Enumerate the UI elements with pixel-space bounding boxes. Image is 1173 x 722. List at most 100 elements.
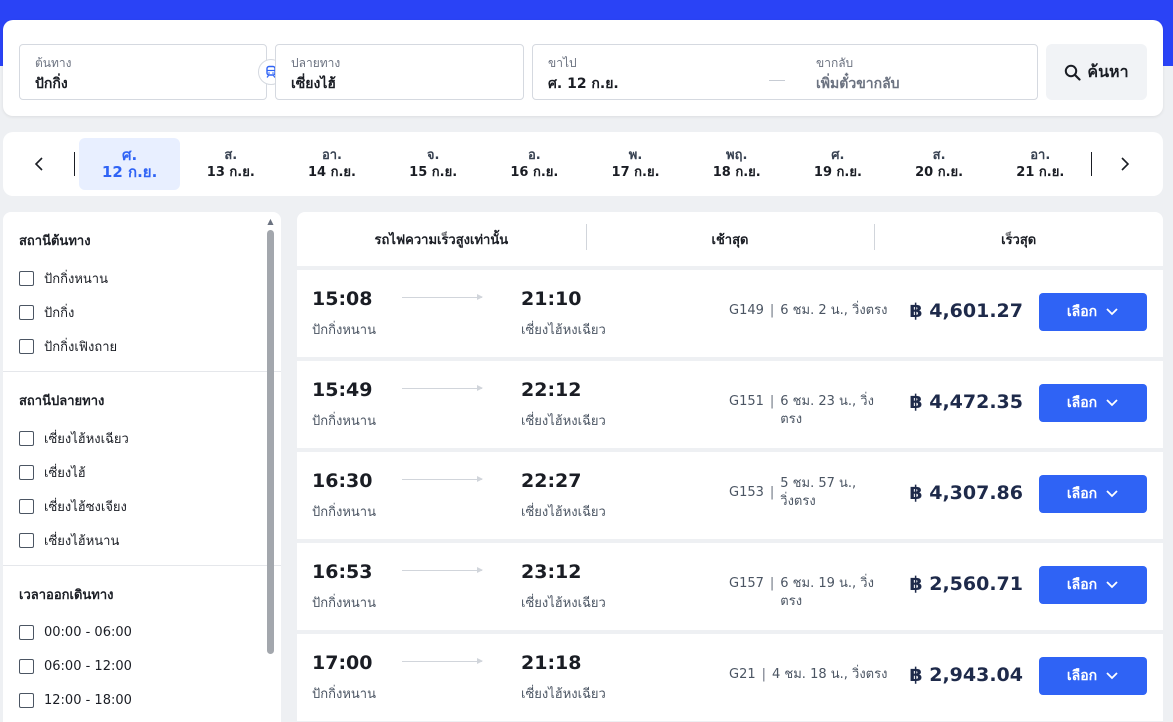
checkbox[interactable] [19, 338, 34, 354]
date-item[interactable]: อา. 14 ก.ย. [281, 138, 382, 190]
filter-option[interactable]: เซี่ยงไฮ้หงเฉียว [19, 421, 265, 455]
filter-option[interactable]: ปักกิ่งหนาน [19, 261, 265, 295]
select-button[interactable]: เลือก [1039, 475, 1147, 513]
select-button[interactable]: เลือก [1039, 293, 1147, 331]
route-arrow-icon [402, 567, 483, 573]
departure-time: 16:53 [312, 561, 373, 583]
origin-field[interactable]: ต้นทาง ปักกิ่ง [19, 44, 267, 100]
checkbox[interactable] [19, 304, 34, 320]
date-dow: อ. [527, 148, 541, 163]
result-row: 15:49 ปักกิ่งหนาน 22:12 เซี่ยงไฮ้หงเฉียว… [297, 361, 1163, 448]
date-dow: ศ. [121, 146, 138, 164]
train-number: G21 [729, 667, 756, 682]
departure-time: 17:00 [312, 652, 373, 674]
filter-option[interactable]: เซี่ยงไฮ้ [19, 455, 265, 489]
checkbox[interactable] [19, 498, 34, 514]
departure-time: 15:08 [312, 288, 373, 310]
arrival-time: 22:27 [521, 470, 582, 492]
date-dow: ส. [224, 148, 238, 163]
date-item[interactable]: พฤ. 18 ก.ย. [686, 138, 787, 190]
date-dow: อา. [321, 148, 342, 163]
dates-field[interactable]: ขาไป ศ. 12 ก.ย. ขากลับ เพิ่มตั๋วขากลับ [532, 44, 1038, 100]
filter-option-label: เซี่ยงไฮ้ซงเจียง [44, 499, 127, 515]
arrival-time: 21:18 [521, 652, 582, 674]
ticket-price: ฿ 4,472.35 [909, 391, 1023, 413]
return-field[interactable]: ขากลับ เพิ่มตั๋วขากลับ [801, 45, 1031, 99]
select-button[interactable]: เลือก [1039, 657, 1147, 695]
checkbox[interactable] [19, 270, 34, 286]
info-separator: | [769, 485, 775, 500]
date-day-month: 12 ก.ย. [101, 163, 158, 181]
date-item[interactable]: อ. 16 ก.ย. [484, 138, 585, 190]
filter-option[interactable]: ปักกิ่ง [19, 295, 265, 329]
checkbox[interactable] [19, 624, 34, 640]
date-item-selected[interactable]: ศ. 12 ก.ย. [79, 138, 181, 190]
destination-value: เซี่ยงไฮ้ [291, 76, 336, 92]
date-dow: พฤ. [726, 148, 748, 163]
select-button-label: เลือก [1066, 668, 1098, 684]
return-label: ขากลับ [816, 56, 854, 70]
sort-tabs: รถไฟความเร็วสูงเท่านั้น เช้าสุด เร็วสุด [297, 212, 1163, 266]
select-button[interactable]: เลือก [1039, 566, 1147, 604]
date-item[interactable]: พ. 17 ก.ย. [585, 138, 686, 190]
checkbox[interactable] [19, 464, 34, 480]
select-button[interactable]: เลือก [1039, 384, 1147, 422]
result-row: 16:30 ปักกิ่งหนาน 22:27 เซี่ยงไฮ้หงเฉียว… [297, 452, 1163, 539]
date-separator [769, 80, 785, 81]
arrival-time: 23:12 [521, 561, 582, 583]
search-icon [1065, 64, 1082, 81]
origin-value: ปักกิ่ง [35, 76, 68, 92]
train-number: G157 [729, 576, 764, 591]
filter-option[interactable]: 06:00 - 12:00 [19, 649, 265, 683]
train-number: G153 [729, 485, 764, 500]
filter-option[interactable]: เซี่ยงไฮ้หนาน [19, 523, 265, 557]
scroll-up-icon[interactable]: ▲ [266, 216, 275, 226]
sidebar-scrollbar[interactable]: ▲ [266, 216, 275, 722]
tab-high-speed-only[interactable]: รถไฟความเร็วสูงเท่านั้น [297, 229, 586, 250]
chevron-right-icon[interactable] [1107, 146, 1143, 182]
results-list: 15:08 ปักกิ่งหนาน 21:10 เซี่ยงไฮ้หงเฉียว… [297, 270, 1163, 722]
departure-station: ปักกิ่งหนาน [312, 687, 376, 702]
date-list: ศ. 12 ก.ย. ส. 13 ก.ย. อา. 14 ก.ย. จ. 15 … [79, 138, 1091, 190]
ticket-price: ฿ 2,560.71 [909, 573, 1023, 595]
date-item[interactable]: ส. 13 ก.ย. [180, 138, 281, 190]
tab-earliest[interactable]: เช้าสุด [585, 223, 875, 250]
checkbox[interactable] [19, 532, 34, 548]
date-dow: ส. [932, 148, 946, 163]
date-day-month: 14 ก.ย. [307, 165, 356, 180]
search-button-label: ค้นหา [1087, 61, 1129, 81]
filter-option-label: ปักกิ่งหนาน [44, 271, 108, 287]
filter-option-label: ปักกิ่งเฟิงถาย [44, 339, 118, 355]
tab-fastest[interactable]: เร็วสุด [874, 223, 1163, 250]
filter-option-label: 00:00 - 06:00 [44, 624, 132, 640]
chevron-down-icon [1106, 490, 1118, 498]
date-item[interactable]: ส. 20 ก.ย. [889, 138, 990, 190]
train-info: G157 | 6 ชม. 19 น., วิ่งตรง [729, 575, 889, 611]
filter-option-label: เซี่ยงไฮ้ [44, 465, 86, 481]
date-day-month: 19 ก.ย. [813, 165, 862, 180]
departure-station: ปักกิ่งหนาน [312, 596, 376, 611]
filter-option[interactable]: ปักกิ่งเฟิงถาย [19, 329, 265, 363]
destination-field[interactable]: ปลายทาง เซี่ยงไฮ้ [275, 44, 524, 100]
date-item[interactable]: จ. 15 ก.ย. [383, 138, 484, 190]
train-info: G21 | 4 ชม. 18 น., วิ่งตรง [729, 666, 889, 684]
train-number: G149 [729, 303, 764, 318]
checkbox[interactable] [19, 692, 34, 708]
checkbox[interactable] [19, 430, 34, 446]
date-day-month: 18 ก.ย. [712, 165, 761, 180]
departure-time: 16:30 [312, 470, 373, 492]
chevron-left-icon[interactable] [21, 146, 57, 182]
filter-option[interactable]: เซี่ยงไฮ้ซงเจียง [19, 489, 265, 523]
filter-destination-title: สถานีปลายทาง [19, 394, 105, 409]
filter-origin-section: สถานีต้นทาง ปักกิ่งหนาน ปักกิ่ง ปักกิ่งเ… [3, 212, 281, 372]
search-button[interactable]: ค้นหา [1046, 44, 1147, 100]
scroll-thumb[interactable] [267, 230, 274, 654]
filter-option[interactable]: 00:00 - 06:00 [19, 615, 265, 649]
checkbox[interactable] [19, 658, 34, 674]
date-item[interactable]: ศ. 19 ก.ย. [787, 138, 888, 190]
date-item[interactable]: อา. 21 ก.ย. [990, 138, 1091, 190]
filter-time-section: เวลาออกเดินทาง 00:00 - 06:00 06:00 - 12:… [3, 566, 281, 722]
strip-divider-right [1091, 152, 1092, 176]
filter-option[interactable]: 12:00 - 18:00 [19, 683, 265, 717]
date-day-month: 16 ก.ย. [510, 165, 559, 180]
